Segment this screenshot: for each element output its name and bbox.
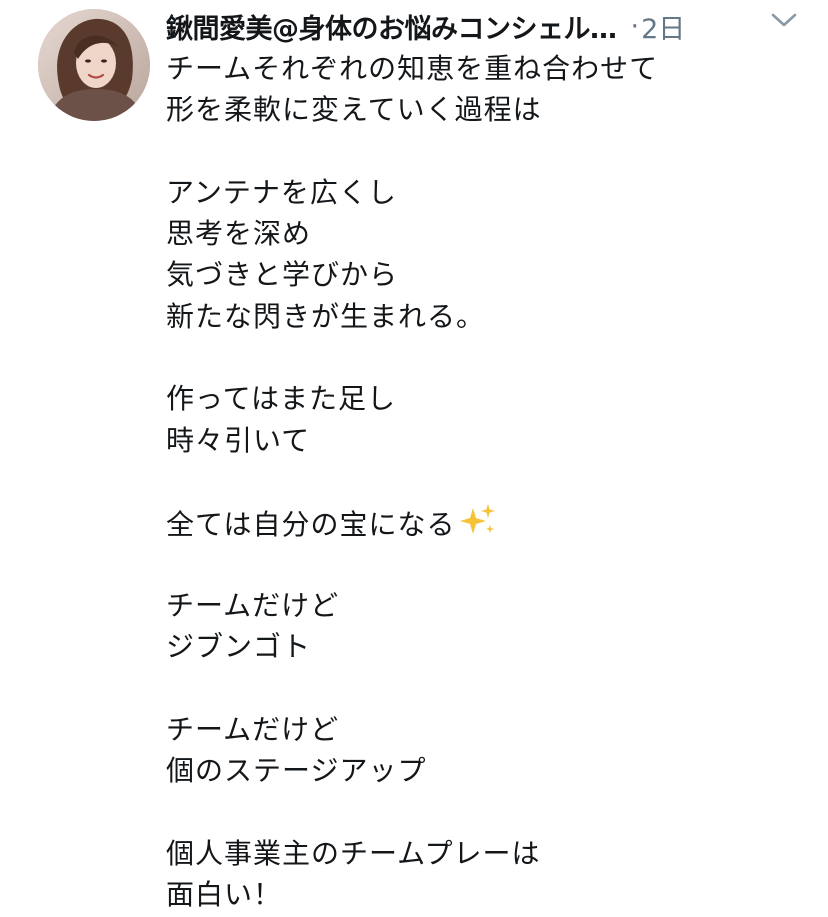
sparkles-icon	[457, 502, 497, 549]
tweet[interactable]: 鍬間愛美@身体のお悩みコンシェル… · 2日 チームそれぞれの知恵を重ね合わせて…	[0, 0, 828, 917]
tweet-text-line-content: 形を柔軟に変えていく過程は	[166, 93, 542, 127]
tweet-text-line-content: チームだけど	[166, 712, 340, 746]
tweet-text-line-content: 全ては自分の宝になる	[166, 508, 456, 542]
tweet-text-line-content: 作ってはまた足し	[166, 382, 397, 416]
tweet-text-line-content: 個のステージアップ	[166, 754, 427, 788]
tweet-text-line: 時々引いて	[166, 420, 806, 461]
tweet-text-line: 個人事業主のチームプレーは	[166, 833, 806, 874]
display-name[interactable]: 鍬間愛美@身体のお悩みコンシェル…	[166, 7, 617, 46]
tweet-text-line: アンテナを広くし	[166, 172, 806, 213]
tweet-text-line: チームだけど	[166, 709, 806, 750]
tweet-text-line-content: 個人事業主のチームプレーは	[166, 836, 541, 870]
tweet-text-line: チームそれぞれの知恵を重ね合わせて	[166, 48, 806, 89]
tweet-text-line: ジブンゴト	[166, 626, 806, 667]
tweet-text-line-content: 気づきと学びから	[166, 258, 399, 292]
tweet-text-line-content: 時々引いて	[166, 423, 311, 457]
tweet-text-line-content: チームだけど	[166, 588, 340, 622]
user-avatar-photo	[38, 9, 150, 121]
tweet-text-line: 個のステージアップ	[166, 750, 806, 791]
tweet-text-line-content: 新たな閃きが生まれる。	[166, 299, 486, 333]
timestamp[interactable]: 2日	[641, 7, 685, 46]
tweet-text-line: 思考を深め	[166, 213, 806, 254]
tweet-header: 鍬間愛美@身体のお悩みコンシェル… · 2日	[166, 6, 806, 46]
tweet-text-line-content: 思考を深め	[166, 217, 312, 251]
tweet-text-line-content: ジブンゴト	[166, 630, 312, 664]
tweet-text-line-content: アンテナを広くし	[166, 175, 397, 209]
tweet-text-line: 面白い！	[166, 874, 806, 915]
avatar[interactable]	[38, 9, 150, 121]
tweet-text-line-content: チームそれぞれの知恵を重ね合わせて	[166, 52, 659, 85]
tweet-text-line: 新たな閃きが生まれる。	[166, 296, 806, 337]
tweet-text: チームそれぞれの知恵を重ね合わせて 形を柔軟に変えていく過程は アンテナを広くし 思考…	[166, 48, 806, 915]
header-separator: ·	[630, 10, 640, 42]
chevron-down-icon[interactable]	[768, 4, 800, 36]
tweet-text-line: 形を柔軟に変えていく過程は	[166, 89, 806, 130]
tweet-text-line: 気づきと学びから	[166, 254, 806, 295]
tweet-text-line: チームだけど	[166, 585, 806, 626]
tweet-text-line: 作ってはまた足し	[166, 378, 806, 419]
tweet-text-line-content: 面白い！	[166, 877, 283, 911]
tweet-text-line: 全ては自分の宝になる	[166, 502, 806, 543]
